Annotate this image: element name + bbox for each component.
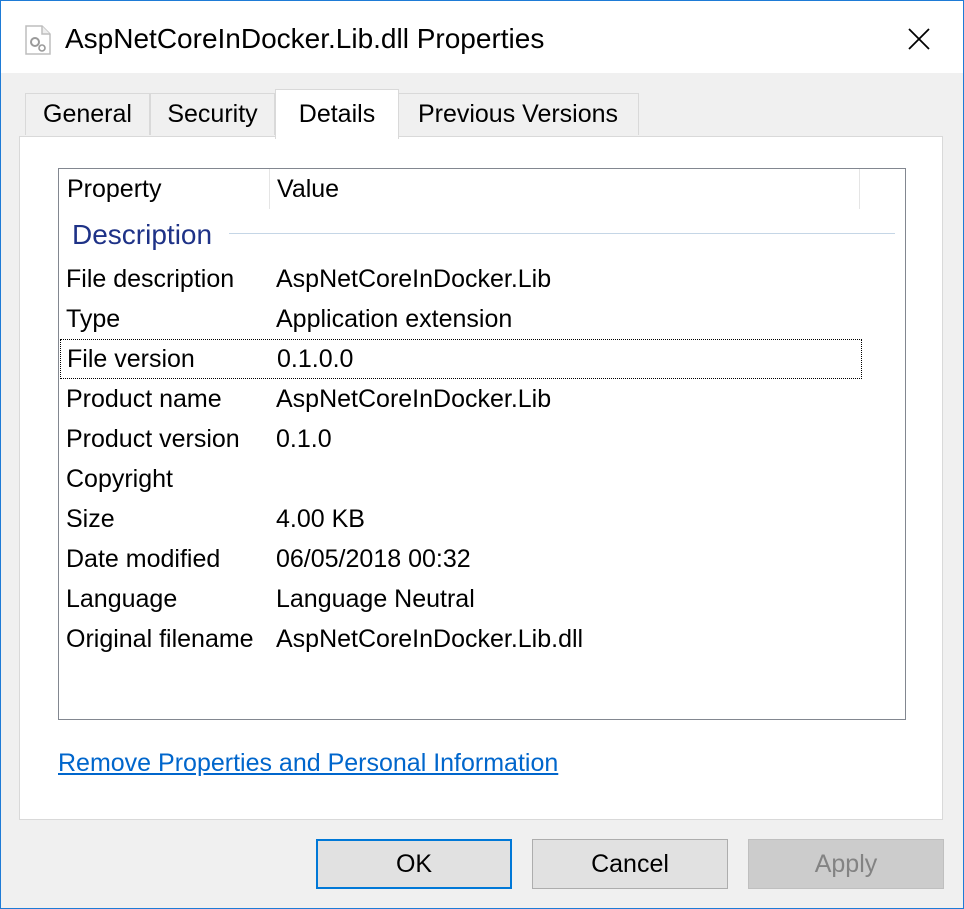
property-name: Type [66,305,121,333]
close-icon [908,28,930,50]
group-divider [229,233,895,234]
window-title: AspNetCoreInDocker.Lib.dll Properties [65,23,545,54]
property-value: AspNetCoreInDocker.Lib [276,265,552,293]
tab-strip: General Security Details Previous Versio… [1,73,963,139]
property-value: Language Neutral [276,585,475,613]
list-item[interactable]: Product version 0.1.0 [59,419,861,459]
title-bar[interactable]: AspNetCoreInDocker.Lib.dll Properties [1,1,963,73]
property-name: Copyright [66,465,173,493]
property-name: File version [67,345,195,373]
list-item-focused[interactable]: File version 0.1.0.0 [60,339,862,379]
property-value: 0.1.0 [276,425,332,453]
property-name: File description [66,265,235,293]
property-name: Size [66,505,115,533]
property-name: Original filename [66,625,254,653]
list-item[interactable]: Copyright [59,459,861,499]
list-item[interactable]: Size 4.00 KB [59,499,861,539]
ok-button[interactable]: OK [316,839,512,889]
property-value: 4.00 KB [276,505,365,533]
cancel-button[interactable]: Cancel [532,839,728,889]
details-list[interactable]: Property Value Description File descript… [58,168,906,720]
list-item[interactable]: Type Application extension [59,299,861,339]
apply-button[interactable]: Apply [748,839,944,889]
tab-general[interactable]: General [25,93,150,135]
list-item[interactable]: Product name AspNetCoreInDocker.Lib [59,379,861,419]
property-value: AspNetCoreInDocker.Lib.dll [276,625,584,653]
column-header-value[interactable]: Value [269,169,859,209]
remove-properties-link[interactable]: Remove Properties and Personal Informati… [58,749,558,778]
property-name: Language [66,585,178,613]
dll-file-icon [25,25,51,55]
tab-details[interactable]: Details [275,89,399,139]
tab-previous-versions[interactable]: Previous Versions [397,93,639,135]
list-item[interactable]: File description AspNetCoreInDocker.Lib [59,259,861,299]
group-header-description[interactable]: Description [72,217,212,253]
property-name: Product name [66,385,222,413]
property-value: AspNetCoreInDocker.Lib [276,385,552,413]
details-panel: Property Value Description File descript… [19,136,943,820]
column-header-property[interactable]: Property [59,169,269,209]
tab-security[interactable]: Security [150,93,275,135]
column-separator[interactable] [859,169,860,209]
properties-dialog: AspNetCoreInDocker.Lib.dll Properties Ge… [0,0,964,909]
list-item[interactable]: Original filename AspNetCoreInDocker.Lib… [59,619,861,659]
property-value: 0.1.0.0 [277,345,354,373]
property-name: Product version [66,425,240,453]
property-value: 06/05/2018 00:32 [276,545,471,573]
list-item[interactable]: Date modified 06/05/2018 00:32 [59,539,861,579]
close-button[interactable] [889,19,949,59]
list-item[interactable]: Language Language Neutral [59,579,861,619]
property-name: Date modified [66,545,221,573]
property-value: Application extension [276,305,513,333]
